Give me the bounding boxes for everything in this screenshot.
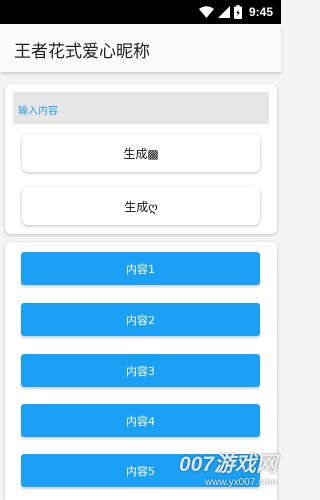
status-time: 9:45 [248,5,273,19]
content-button-2-label: 内容2 [126,313,155,327]
page-title: 王者花式爱心昵称 [14,42,150,62]
status-icons: 9:45 [198,4,273,20]
generate-button-2-label: 生成ღ [124,199,158,214]
app-bar: 王者花式爱心昵称 [0,24,281,72]
generate-button-1-label: 生成▩ [123,146,159,161]
content-button-3[interactable]: 内容3 [21,354,260,387]
generate-button-2[interactable]: 生成ღ [22,187,260,225]
generate-button-1[interactable]: 生成▩ [22,134,260,172]
content-button-5-label: 内容5 [126,464,155,478]
content-button-1-label: 内容1 [126,262,155,276]
signal-icon [217,6,230,18]
content-button-4-label: 内容4 [126,414,155,428]
content-button-1[interactable]: 内容1 [21,252,260,285]
watermark: 007游戏网 www.yx007.com [167,453,277,495]
content-button-4[interactable]: 内容4 [21,404,260,437]
input-placeholder: 输入内容 [18,106,58,117]
battery-icon [233,5,242,19]
input-card: 输入内容 生成▩ 生成ღ [5,84,277,234]
text-input-field[interactable]: 输入内容 [13,92,269,124]
content-button-3-label: 内容3 [126,364,155,378]
status-bar: 9:45 [0,0,281,24]
wifi-icon [198,6,214,18]
watermark-brand: 007游戏网 [178,453,277,476]
watermark-url: www.yx007.com [204,477,277,488]
content-button-2[interactable]: 内容2 [21,303,260,336]
